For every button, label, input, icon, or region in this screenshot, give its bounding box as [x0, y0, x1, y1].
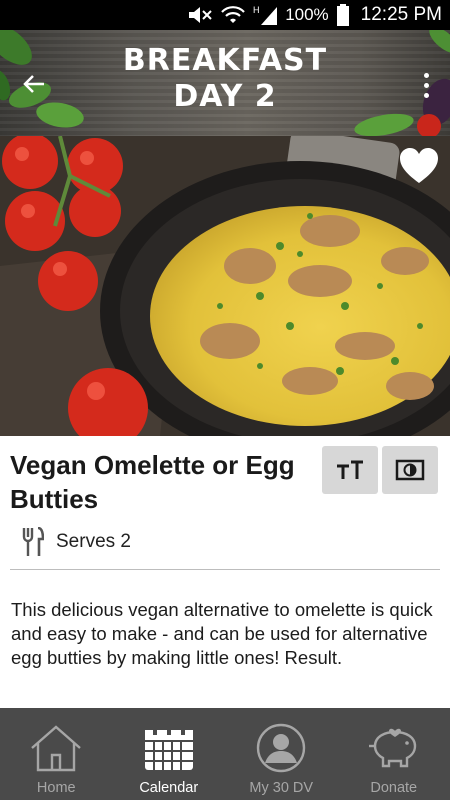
signal-icon: H [253, 4, 279, 26]
back-button[interactable] [20, 70, 48, 98]
profile-icon [257, 723, 306, 773]
contrast-button[interactable] [382, 446, 438, 494]
arrow-left-icon [23, 75, 44, 93]
nav-home-label: Home [36, 780, 76, 796]
recipe-title: Vegan Omelette or Egg Butties [10, 450, 295, 514]
wifi-icon [221, 5, 245, 25]
battery-percent: 100% [285, 5, 329, 24]
home-icon [31, 725, 82, 772]
nav-my-30-dv-label: My 30 DV [249, 780, 314, 796]
recipe-photo [0, 136, 450, 436]
heart-icon [400, 148, 438, 183]
piggy-bank-icon [368, 728, 416, 768]
calendar-icon [144, 725, 193, 770]
recipe-description: This delicious vegan alternative to omel… [11, 599, 433, 668]
nav-calendar[interactable]: Calendar [113, 708, 226, 800]
serves-label: Serves 2 [56, 531, 131, 552]
bottom-navigation: Home Calendar My 30 DV Donate [0, 708, 450, 800]
overflow-menu-button[interactable] [418, 70, 434, 100]
divider [10, 569, 440, 570]
header-title-line1: BREAKFAST [122, 43, 328, 78]
contrast-icon [395, 459, 425, 481]
more-vertical-icon [423, 72, 429, 78]
text-size-icon [337, 460, 363, 479]
nav-my-30-dv[interactable]: My 30 DV [225, 708, 338, 800]
favorite-button[interactable] [398, 146, 440, 186]
serves-info: Serves 2 [22, 526, 131, 558]
nav-donate-label: Donate [370, 780, 418, 796]
svg-text:H: H [253, 5, 260, 15]
status-bar: H 100% 12:25 PM [0, 0, 450, 30]
nav-home[interactable]: Home [0, 708, 113, 800]
mute-icon [187, 5, 213, 25]
cutlery-icon [22, 527, 44, 556]
header-title-line2: DAY 2 [173, 79, 277, 114]
nav-calendar-label: Calendar [139, 780, 199, 796]
battery-icon [336, 4, 349, 26]
nav-donate[interactable]: Donate [338, 708, 450, 800]
text-size-button[interactable] [322, 446, 378, 494]
header-banner: BREAKFAST DAY 2 [0, 30, 450, 136]
clock: 12:25 PM [360, 4, 442, 25]
